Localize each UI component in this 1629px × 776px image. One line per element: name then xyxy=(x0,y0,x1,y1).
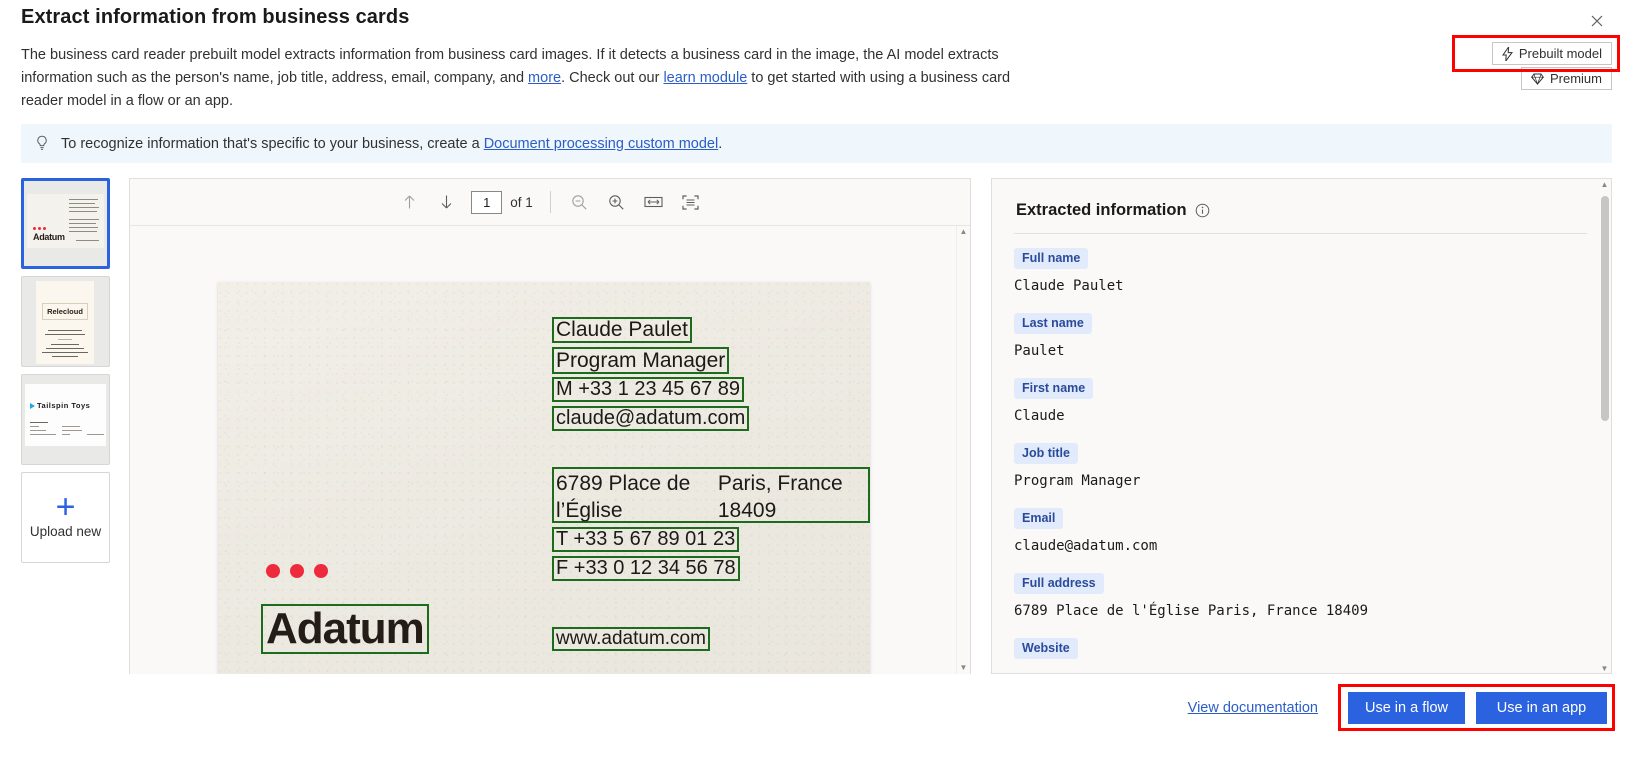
description-text: The business card reader prebuilt model … xyxy=(21,44,1051,113)
field-job-title: Job title Program Manager xyxy=(1014,443,1587,490)
ocr-box-fax[interactable]: F +33 0 12 34 56 78 xyxy=(552,556,740,581)
viewer-scrollbar[interactable]: ▲ ▼ xyxy=(956,226,970,674)
badge-prebuilt-label: Prebuilt model xyxy=(1518,46,1602,61)
upload-new-label: Upload new xyxy=(29,524,102,539)
panel-scroll-down-icon[interactable]: ▼ xyxy=(1601,665,1609,673)
extracted-field-list: Full name Claude Paulet Last name Paulet… xyxy=(992,234,1611,668)
field-tag: Last name xyxy=(1014,313,1092,334)
close-icon[interactable] xyxy=(1581,6,1613,36)
thumbnail-adatum[interactable]: Adatum xyxy=(21,178,110,269)
field-last-name: Last name Paulet xyxy=(1014,313,1587,360)
sample-thumbnail-rail: Adatum Relecloud Tailspin Toys + Upload … xyxy=(21,178,115,563)
ocr-box-mobile[interactable]: M +33 1 23 45 67 89 xyxy=(552,377,745,402)
scroll-down-icon[interactable]: ▼ xyxy=(960,664,968,672)
info-banner-text-after: . xyxy=(718,135,723,152)
badge-prebuilt-model: Prebuilt model xyxy=(1491,42,1612,65)
field-full-name: Full name Claude Paulet xyxy=(1014,248,1587,295)
lightning-bolt-icon xyxy=(1501,46,1513,61)
ocr-box-job-title[interactable]: Program Manager xyxy=(552,347,730,374)
info-banner-text-before: To recognize information that's specific… xyxy=(61,135,484,152)
ocr-box-name[interactable]: Claude Paulet xyxy=(552,317,692,343)
field-tag: Email xyxy=(1014,508,1064,529)
business-card-extraction-dialog: Extract information from business cards … xyxy=(0,0,1629,776)
zoom-in-icon[interactable] xyxy=(605,190,629,214)
ocr-address-line2: Paris, France 18409 xyxy=(717,472,843,522)
document-viewer: of 1 Claude Paulet Program Man xyxy=(129,178,971,674)
field-first-name: First name Claude xyxy=(1014,378,1587,425)
field-value: Claude xyxy=(1014,408,1065,424)
viewer-toolbar: of 1 xyxy=(130,179,970,226)
ocr-box-address[interactable]: 6789 Place de l’Église Paris, France 184… xyxy=(552,467,870,523)
business-card-image: Claude Paulet Program Manager M +33 1 23… xyxy=(218,282,870,674)
brand-dots xyxy=(266,564,328,578)
arrow-up-icon[interactable] xyxy=(397,190,421,214)
ocr-box-email[interactable]: claude@adatum.com xyxy=(552,406,750,431)
extracted-information-panel: Extracted information Full name Claude P… xyxy=(991,178,1612,674)
info-circle-icon[interactable] xyxy=(1195,203,1210,218)
ocr-box-company-logo[interactable]: Adatum xyxy=(261,604,429,654)
panel-title: Extracted information xyxy=(1016,201,1187,219)
field-tag: Website xyxy=(1014,638,1078,659)
field-email: Email claude@adatum.com xyxy=(1014,508,1587,555)
badge-premium-label: Premium xyxy=(1549,71,1602,86)
fit-page-icon[interactable] xyxy=(679,190,703,214)
panel-scroll-thumb[interactable] xyxy=(1601,196,1609,421)
field-tag: First name xyxy=(1014,378,1094,399)
arrow-down-icon[interactable] xyxy=(434,190,458,214)
field-value: Claude Paulet xyxy=(1014,278,1124,294)
badge-premium: Premium xyxy=(1520,67,1612,90)
use-in-an-app-button[interactable]: Use in an app xyxy=(1476,692,1607,724)
learn-module-link[interactable]: learn module xyxy=(663,70,747,86)
field-value: Paulet xyxy=(1014,343,1065,359)
thumbnail-tailspin-toys[interactable]: Tailspin Toys xyxy=(21,374,110,465)
brand-dot xyxy=(314,564,328,578)
document-processing-custom-model-link[interactable]: Document processing custom model xyxy=(484,136,719,152)
scroll-up-icon[interactable]: ▲ xyxy=(960,228,968,236)
brand-dot xyxy=(290,564,304,578)
panel-scrollbar[interactable]: ▲ ▼ xyxy=(1598,179,1611,673)
info-banner-text: To recognize information that's specific… xyxy=(61,136,722,152)
model-badges: Prebuilt model Premium xyxy=(1491,42,1612,90)
description-part2: . Check out our xyxy=(561,70,664,86)
field-value: Program Manager xyxy=(1014,473,1141,489)
page-number-input[interactable] xyxy=(471,190,503,214)
fit-width-icon[interactable] xyxy=(642,190,666,214)
use-in-a-flow-button[interactable]: Use in a flow xyxy=(1348,692,1465,724)
field-full-address: Full address 6789 Place de l'Église Pari… xyxy=(1014,573,1587,620)
brand-dot xyxy=(266,564,280,578)
field-tag: Full address xyxy=(1014,573,1104,594)
ocr-address-line1: 6789 Place de l’Église xyxy=(556,472,691,522)
panel-scroll-up-icon[interactable]: ▲ xyxy=(1601,181,1609,189)
more-link[interactable]: more xyxy=(528,70,561,86)
field-tag: Job title xyxy=(1014,443,1078,464)
ocr-box-telephone[interactable]: T +33 5 67 89 01 23 xyxy=(552,527,740,552)
diamond-icon xyxy=(1531,73,1544,85)
toolbar-divider xyxy=(549,191,551,213)
ocr-box-website[interactable]: www.adatum.com xyxy=(552,627,710,651)
panel-header: Extracted information xyxy=(992,179,1611,220)
viewer-canvas: Claude Paulet Program Manager M +33 1 23… xyxy=(130,226,970,674)
main-body: Adatum Relecloud Tailspin Toys + Upload … xyxy=(0,178,1629,678)
lightbulb-icon xyxy=(34,135,50,152)
zoom-out-icon[interactable] xyxy=(568,190,592,214)
thumbnail-relecloud[interactable]: Relecloud xyxy=(21,276,110,367)
field-value: claude@adatum.com xyxy=(1014,538,1158,554)
field-website: Website xyxy=(1014,638,1587,668)
view-documentation-link[interactable]: View documentation xyxy=(1188,700,1318,716)
field-value: 6789 Place de l'Église Paris, France 184… xyxy=(1014,603,1369,619)
dialog-footer: View documentation Use in a flow Use in … xyxy=(0,684,1629,776)
page-title: Extract information from business cards xyxy=(21,6,410,28)
plus-icon: + xyxy=(55,488,76,526)
upload-new-button[interactable]: + Upload new xyxy=(21,472,110,563)
field-tag: Full name xyxy=(1014,248,1089,269)
custom-model-info-banner: To recognize information that's specific… xyxy=(21,124,1612,163)
page-total-label: of 1 xyxy=(510,194,533,210)
